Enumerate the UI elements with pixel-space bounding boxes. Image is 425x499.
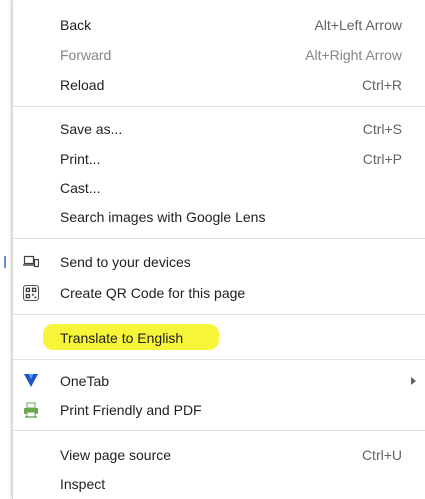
- menu-separator: [13, 238, 425, 239]
- menu-item-reload[interactable]: Reload Ctrl+R: [13, 70, 425, 100]
- menu-item-forward[interactable]: Forward Alt+Right Arrow: [13, 40, 425, 70]
- menu-item-shortcut: Ctrl+S: [362, 121, 402, 137]
- menu-item-print-friendly[interactable]: Print Friendly and PDF: [13, 395, 425, 425]
- menu-item-label: Save as...: [60, 121, 123, 137]
- context-menu: Back Alt+Left Arrow Forward Alt+Right Ar…: [12, 0, 425, 499]
- menu-separator: [13, 430, 425, 431]
- menu-item-back[interactable]: Back Alt+Left Arrow: [13, 10, 425, 40]
- send-to-device-icon: [23, 254, 39, 270]
- print-friendly-icon: [23, 402, 39, 418]
- menu-item-onetab[interactable]: OneTab: [13, 366, 425, 396]
- menu-item-label: Reload: [60, 77, 105, 93]
- menu-item-label: Inspect: [60, 476, 106, 492]
- menu-item-label: Forward: [60, 47, 112, 63]
- background-page-mark: [4, 256, 6, 268]
- menu-item-cast[interactable]: Cast...: [13, 173, 425, 203]
- menu-item-save-as[interactable]: Save as... Ctrl+S: [13, 114, 425, 144]
- menu-item-send-to-devices[interactable]: Send to your devices: [13, 247, 425, 277]
- menu-item-view-source[interactable]: View page source Ctrl+U: [13, 440, 425, 470]
- menu-item-google-lens[interactable]: Search images with Google Lens: [13, 202, 425, 232]
- menu-item-shortcut: Alt+Left Arrow: [314, 17, 402, 33]
- menu-separator: [13, 359, 425, 360]
- menu-item-shortcut: Ctrl+U: [361, 447, 402, 463]
- submenu-arrow-icon: [411, 377, 416, 385]
- onetab-icon: [23, 373, 39, 389]
- menu-item-label: Send to your devices: [60, 254, 191, 270]
- menu-item-label: Cast...: [60, 180, 101, 196]
- menu-item-qr-code[interactable]: Create QR Code for this page: [13, 278, 425, 308]
- background-page-edge: [0, 0, 12, 499]
- menu-item-translate[interactable]: Translate to English: [13, 323, 425, 353]
- menu-separator: [13, 106, 425, 107]
- menu-item-label: OneTab: [60, 373, 110, 389]
- menu-item-label: Search images with Google Lens: [60, 209, 266, 225]
- menu-item-label: View page source: [60, 447, 172, 463]
- qr-code-icon: [23, 285, 39, 301]
- menu-item-print[interactable]: Print... Ctrl+P: [13, 144, 425, 174]
- menu-item-inspect[interactable]: Inspect: [13, 469, 425, 499]
- menu-item-label: Print Friendly and PDF: [60, 402, 202, 418]
- menu-item-shortcut: Ctrl+P: [362, 151, 402, 167]
- menu-item-label: Back: [60, 17, 92, 33]
- menu-separator: [13, 314, 425, 315]
- menu-item-shortcut: Alt+Right Arrow: [305, 47, 402, 63]
- menu-item-label: Create QR Code for this page: [60, 285, 246, 301]
- menu-item-label: Print...: [60, 151, 101, 167]
- menu-item-label: Translate to English: [60, 330, 184, 346]
- menu-item-shortcut: Ctrl+R: [361, 77, 402, 93]
